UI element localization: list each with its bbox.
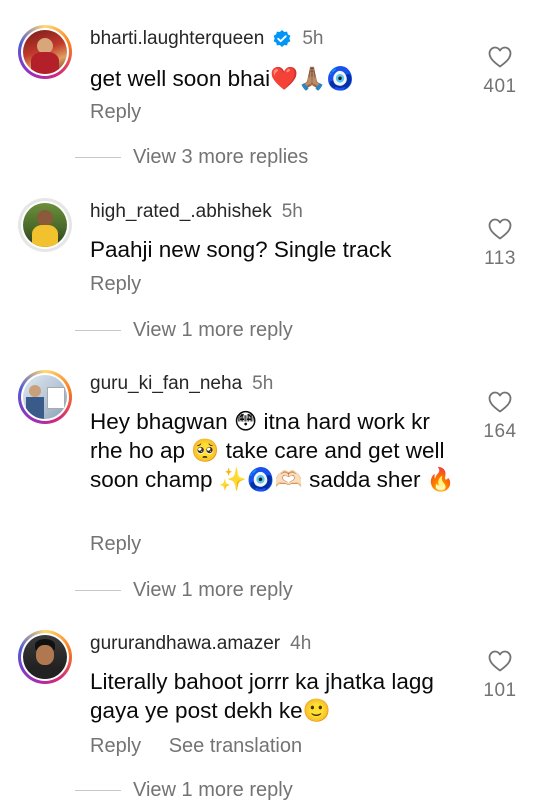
comment-actions: Reply xyxy=(90,101,141,124)
like-count: 113 xyxy=(484,248,516,269)
comment-header: gururandhawa.amazer 4h xyxy=(90,633,311,655)
heart-icon[interactable] xyxy=(488,46,512,68)
comment-header: bharti.laughterqueen 5h xyxy=(90,28,323,50)
reply-button[interactable]: Reply xyxy=(90,101,141,123)
username[interactable]: guru_ki_fan_neha xyxy=(90,373,242,395)
see-translation-button[interactable]: See translation xyxy=(169,735,302,757)
divider-line xyxy=(75,330,121,331)
comment-time: 5h xyxy=(302,28,324,49)
view-more-replies-label: View 1 more reply xyxy=(133,319,293,341)
like-control: 401 xyxy=(478,46,522,98)
view-more-replies-label: View 1 more reply xyxy=(133,579,293,601)
like-control: 113 xyxy=(478,218,522,270)
divider-line xyxy=(75,790,121,791)
like-count: 401 xyxy=(483,76,517,97)
comment-text: Paahji new song? Single track xyxy=(90,237,392,262)
view-more-replies-button[interactable]: View 1 more reply xyxy=(75,779,293,802)
heart-icon[interactable] xyxy=(488,650,512,672)
comment-text: Hey bhagwan 😳 itna hard work kr rhe ho a… xyxy=(90,409,455,492)
avatar[interactable] xyxy=(18,370,72,424)
heart-icon[interactable] xyxy=(488,218,512,240)
avatar[interactable] xyxy=(18,198,72,252)
username[interactable]: gururandhawa.amazer xyxy=(90,633,280,655)
comment-header: guru_ki_fan_neha 5h xyxy=(90,373,273,395)
avatar[interactable] xyxy=(18,630,72,684)
view-more-replies-button[interactable]: View 1 more reply xyxy=(75,579,293,602)
view-more-replies-label: View 1 more reply xyxy=(133,779,293,801)
username[interactable]: bharti.laughterqueen xyxy=(90,28,264,50)
divider-line xyxy=(75,157,121,158)
avatar[interactable] xyxy=(18,25,72,79)
comment-header: high_rated_.abhishek 5h xyxy=(90,201,303,223)
heart-icon[interactable] xyxy=(488,391,512,413)
comment-actions: Reply xyxy=(90,533,141,556)
verified-badge-icon xyxy=(273,30,291,47)
like-count: 101 xyxy=(483,680,517,701)
reply-button[interactable]: Reply xyxy=(90,273,141,295)
like-control: 164 xyxy=(478,391,522,443)
comment-text: Literally bahoot jorrr ka jhatka lagg ga… xyxy=(90,669,434,723)
like-count: 164 xyxy=(483,421,517,442)
comment-actions: Reply xyxy=(90,273,141,296)
comment-actions: Reply See translation xyxy=(90,735,302,758)
view-more-replies-label: View 3 more replies xyxy=(133,146,309,168)
comment-time: 5h xyxy=(252,373,274,394)
divider-line xyxy=(75,590,121,591)
comment-text: get well soon bhai❤️🙏🏽🧿 xyxy=(90,66,355,91)
reply-button[interactable]: Reply xyxy=(90,735,141,757)
comment-time: 5h xyxy=(281,201,303,222)
view-more-replies-button[interactable]: View 1 more reply xyxy=(75,319,293,342)
comment-time: 4h xyxy=(290,633,312,654)
like-control: 101 xyxy=(478,650,522,702)
username[interactable]: high_rated_.abhishek xyxy=(90,201,272,223)
reply-button[interactable]: Reply xyxy=(90,533,141,555)
view-more-replies-button[interactable]: View 3 more replies xyxy=(75,146,308,169)
